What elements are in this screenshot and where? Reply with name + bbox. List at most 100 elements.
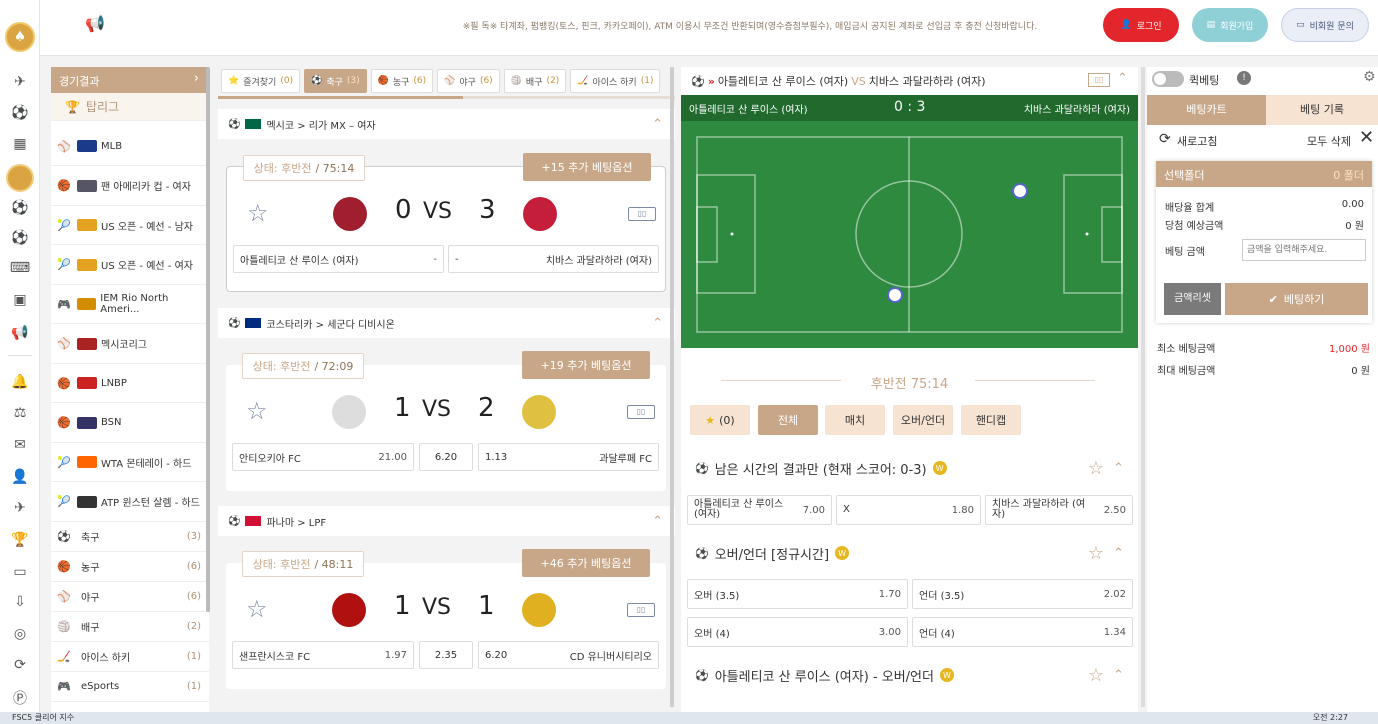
market-odds-button[interactable]: 언더 (4) 1.34	[912, 617, 1133, 647]
more-options-button[interactable]: +19 추가 베팅옵션	[522, 351, 650, 379]
market-odds-button[interactable]: 치바스 과달라하라 (여자) 2.50	[985, 495, 1133, 525]
box-icon[interactable]: ▭	[10, 562, 30, 582]
sidebar-sport-item[interactable]: ⚾ 야구 (6)	[51, 582, 209, 612]
away-odds-button[interactable]: 6.20 CD 유니버시티리오	[478, 641, 659, 669]
market-odds-button[interactable]: 아틀레티코 산 루이스 (여자) 7.00	[687, 495, 832, 525]
star-icon[interactable]: ☆	[1088, 543, 1104, 564]
league-header[interactable]: ⚽ 멕시코 > 리가 MX – 여자 ⌃	[218, 109, 675, 139]
refresh-icon[interactable]: ⟳	[1159, 131, 1171, 147]
bell-icon[interactable]: 🔔	[10, 372, 30, 392]
info-icon[interactable]: !	[1237, 71, 1251, 85]
megaphone-icon[interactable]: 📢	[10, 323, 30, 343]
stats-icon[interactable]: ▯▯	[627, 405, 655, 419]
quick-bet-toggle[interactable]	[1152, 71, 1184, 87]
sidebar-league-item[interactable]: 🎾 US 오픈 - 예선 - 남자	[51, 206, 209, 245]
home-odds-button[interactable]: 아틀레티코 산 루이스 (여자) -	[233, 245, 444, 273]
chevron-up-icon[interactable]: ⌃	[1113, 668, 1124, 683]
live-icon[interactable]: ▣	[10, 290, 30, 310]
tab-sport[interactable]: 🏐 배구 (2)	[503, 69, 567, 93]
chevron-up-icon[interactable]: ⌃	[652, 514, 663, 529]
more-options-button[interactable]: +15 추가 베팅옵션	[523, 153, 651, 181]
avatar-icon[interactable]	[6, 164, 34, 192]
guest-inquiry-button[interactable]: ▭ 비회원 문의	[1281, 8, 1369, 42]
signup-button[interactable]: ▤ 회원가입	[1192, 8, 1268, 42]
market-filter-button[interactable]: 전체	[758, 405, 818, 435]
tab-sport[interactable]: ⚽ 축구 (3)	[304, 69, 367, 93]
sidebar-sport-item[interactable]: 🏒 아이스 하키 (1)	[51, 642, 209, 672]
coins-icon[interactable]: ◎	[10, 624, 30, 644]
rocket-icon[interactable]: ✈	[10, 72, 30, 92]
tab-bet-cart[interactable]: 베팅카트	[1147, 95, 1266, 125]
market-odds-button[interactable]: X 1.80	[836, 495, 981, 525]
star-icon[interactable]: ☆	[1088, 665, 1104, 686]
sidebar-sport-item[interactable]: ⚽ 축구 (3)	[51, 522, 209, 552]
tab-scrollbar[interactable]	[463, 96, 675, 99]
market-filter-button[interactable]: 매치	[825, 405, 885, 435]
chevron-up-icon[interactable]: ⌃	[652, 316, 663, 331]
draw-odds-button[interactable]: 2.35	[419, 641, 473, 669]
sidebar-league-item[interactable]: 🎾 WTA 몬테레이 - 하드	[51, 443, 209, 482]
league-header[interactable]: ⚽ 파나마 > LPF ⌃	[218, 506, 675, 536]
tab-sport[interactable]: ⭐ 즐겨찾기 (0)	[221, 69, 301, 93]
refresh-icon[interactable]: ⟳	[10, 655, 30, 675]
sidebar-sport-item[interactable]: 🏐 배구 (2)	[51, 612, 209, 642]
away-odds-button[interactable]: - 치바스 과달라하라 (여자)	[448, 245, 659, 273]
chevron-up-icon[interactable]: ⌃	[1113, 461, 1124, 476]
market-odds-button[interactable]: 언더 (3.5) 2.02	[912, 579, 1133, 609]
market-header[interactable]: ⚽ 아틀레티코 산 루이스 (여자) - 오버/언더 W ☆ ⌃	[681, 660, 1138, 690]
login-button[interactable]: 👤 로그인	[1103, 8, 1179, 42]
bet-amount-input[interactable]	[1242, 239, 1366, 261]
market-filter-button[interactable]: 핸디캡	[961, 405, 1021, 435]
home-odds-button[interactable]: 샌프란시스코 FC 1.97	[232, 641, 414, 669]
chevron-up-icon[interactable]: ⌃	[652, 117, 663, 132]
sidebar-league-item[interactable]: ⚾ MLB	[51, 127, 209, 166]
sidebar-league-item[interactable]: 🏀 팬 아메리카 컵 - 여자	[51, 167, 209, 206]
trophy-icon[interactable]: 🏆	[10, 530, 30, 550]
gear-icon[interactable]: ⚙	[1363, 69, 1376, 85]
sidebar-sport-item[interactable]: 🎮 eSports (1)	[51, 672, 209, 702]
away-odds-button[interactable]: 1.13 과달루페 FC	[478, 443, 659, 471]
close-icon[interactable]: ✕	[1359, 127, 1374, 148]
p-icon[interactable]: Ⓟ	[10, 688, 30, 708]
soccer-icon[interactable]: ⚽	[10, 103, 30, 123]
market-header[interactable]: ⚽ 오버/언더 [정규시간] W ☆ ⌃	[681, 538, 1138, 568]
sidebar-sport-item[interactable]: 🏀 농구 (6)	[51, 552, 209, 582]
center-scrollbar[interactable]	[670, 67, 674, 707]
tab-sport[interactable]: 🏒 아이스 하키 (1)	[570, 69, 661, 93]
draw-odds-button[interactable]: 6.20	[419, 443, 473, 471]
user-icon[interactable]: 👤	[10, 467, 30, 487]
market-header[interactable]: ⚽ 남은 시간의 결과만 (현재 스코어: 0-3) W ☆ ⌃	[681, 453, 1138, 483]
place-bet-button[interactable]: ✔ 베팅하기	[1225, 283, 1368, 315]
market-odds-button[interactable]: 오버 (3.5) 1.70	[687, 579, 908, 609]
calendar-icon[interactable]: ▦	[10, 134, 30, 154]
sidebar-league-item[interactable]: ⚾ 멕시코리그	[51, 325, 209, 364]
reset-amount-button[interactable]: 금액리셋	[1164, 283, 1221, 315]
sidebar-scrollbar[interactable]	[206, 67, 210, 612]
mail-icon[interactable]: ✉	[10, 435, 30, 455]
results-header[interactable]: 경기결과 ›	[51, 67, 209, 93]
clear-all-button[interactable]: 모두 삭제	[1307, 133, 1351, 149]
league-header[interactable]: ⚽ 코스타리카 > 세군다 디비시온 ⌃	[218, 308, 675, 338]
more-options-button[interactable]: +46 추가 베팅옵션	[522, 549, 650, 577]
chevron-up-icon[interactable]: ⌃	[1113, 546, 1124, 561]
scale-icon[interactable]: ⚖	[10, 403, 30, 423]
rocket-icon[interactable]: ✈	[10, 498, 30, 518]
stats-icon[interactable]: ▯▯	[627, 603, 655, 617]
chevron-up-icon[interactable]: ⌃	[1117, 71, 1128, 86]
sidebar-league-item[interactable]: 🎮 IEM Rio North Ameri...	[51, 285, 209, 324]
gamepad-icon[interactable]: ⌨	[10, 258, 30, 278]
tab-sport[interactable]: 🏀 농구 (6)	[370, 69, 434, 93]
soccer-icon[interactable]: ⚽	[10, 198, 30, 218]
market-filter-button[interactable]: ★ (0)	[690, 405, 750, 435]
detail-scrollbar[interactable]	[1141, 67, 1145, 707]
star-icon[interactable]: ☆	[246, 595, 268, 623]
star-icon[interactable]: ☆	[246, 397, 268, 425]
site-logo[interactable]: ♠	[5, 22, 35, 52]
tab-bet-history[interactable]: 베팅 기록	[1266, 95, 1378, 125]
market-odds-button[interactable]: 오버 (4) 3.00	[687, 617, 908, 647]
star-icon[interactable]: ☆	[1088, 458, 1104, 479]
home-odds-button[interactable]: 안티오키아 FC 21.00	[232, 443, 414, 471]
sidebar-league-item[interactable]: 🎾 US 오픈 - 예선 - 여자	[51, 246, 209, 285]
download-icon[interactable]: ⇩	[10, 592, 30, 612]
sidebar-league-item[interactable]: 🏀 BSN	[51, 404, 209, 443]
